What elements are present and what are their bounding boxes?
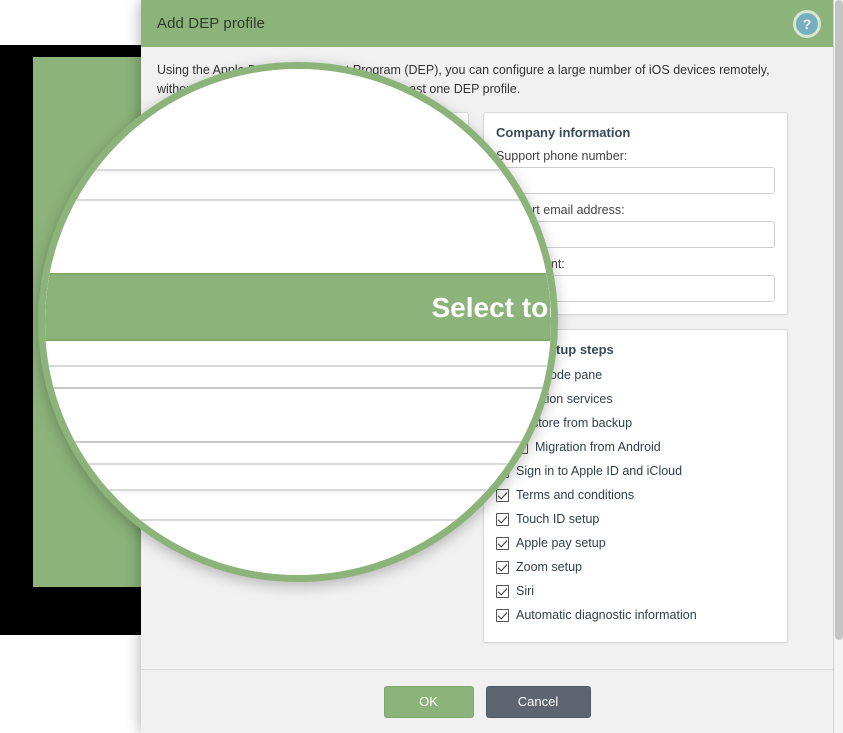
mandatory-panel: Mandatory Verify profileSupervisedMDM re… — [45, 69, 551, 171]
company-information-panel: Company information Support phone number… — [45, 519, 551, 575]
help-icon[interactable]: ? — [793, 9, 821, 38]
upload-token-panel-title: Upload token — [45, 225, 551, 255]
setup-step-row[interactable]: Siri — [496, 582, 775, 601]
add-dep-profile-dialog: Add DEP profile ? Using the Apple Device… — [45, 69, 551, 575]
mandatory-checkbox-list: Verify profileSupervisedMDM removableEna… — [45, 69, 551, 135]
dialog-footer: OK Cancel — [141, 669, 833, 733]
select-token-button[interactable]: Select token — [45, 273, 551, 341]
checkbox-icon[interactable] — [496, 584, 509, 598]
setup-step-label: Siri — [516, 583, 535, 598]
ok-button[interactable]: OK — [383, 685, 474, 718]
backdrop-white-top — [0, 0, 150, 45]
page-scrollbar[interactable] — [833, 0, 843, 733]
token-scope-box: Root ▼ — [45, 365, 551, 465]
page-scrollbar-thumb[interactable] — [835, 0, 843, 640]
dialog-header: Add DEP profile ? — [141, 0, 833, 47]
setup-step-label: Migration from Android — [535, 439, 661, 454]
magnifier-loupe: Add DEP profile ? Using the Apple Device… — [38, 62, 558, 582]
mandatory-item-row[interactable]: Shared iPad — [45, 97, 551, 135]
left-column: Mandatory Verify profileSupervisedMDM re… — [45, 69, 551, 491]
checkbox-icon[interactable] — [496, 608, 509, 622]
magnifier-content: Add DEP profile ? Using the Apple Device… — [45, 69, 551, 575]
setup-step-row[interactable]: Automatic diagnostic information — [496, 606, 775, 625]
upload-token-panel: Upload token Select token Root ▼ — [45, 199, 551, 491]
company-panel-title: Company information — [45, 545, 551, 575]
page-title: Add DEP profile — [157, 15, 265, 32]
backdrop-white-bottom — [0, 635, 150, 733]
setup-step-label: Automatic diagnostic information — [516, 607, 697, 622]
dialog-body: Using the Apple Device Enrollment Progra… — [45, 69, 551, 575]
right-column: Company information Support phone number… — [45, 519, 551, 575]
token-scope-select[interactable]: Root ▼ — [45, 387, 551, 443]
cancel-button[interactable]: Cancel — [485, 685, 591, 718]
columns-wrapper: Mandatory Verify profileSupervisedMDM re… — [45, 69, 551, 575]
